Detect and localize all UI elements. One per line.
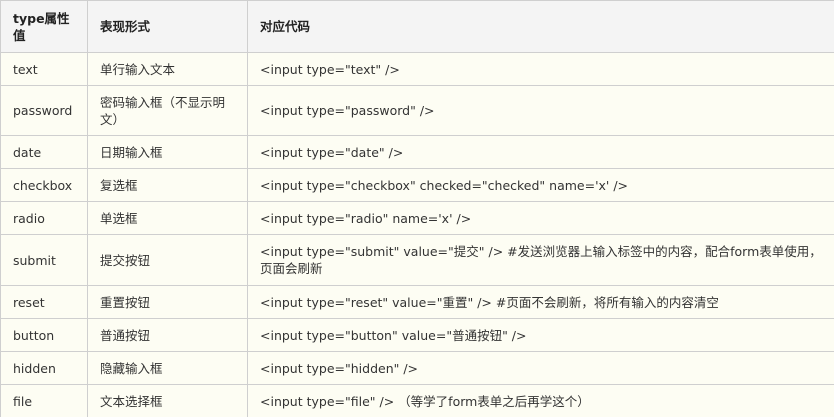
type-cell: radio [0,201,88,235]
type-cell: password [0,85,88,136]
form-cell: 提交按钮 [87,234,248,286]
form-cell: 日期输入框 [87,135,248,169]
input-types-table: type属性值 表现形式 对应代码 text 单行输入文本 <input typ… [0,0,834,417]
table-row: checkbox 复选框 <input type="checkbox" chec… [0,168,834,202]
type-cell: submit [0,234,88,286]
header-type-value: type属性值 [0,0,88,53]
code-cell: <input type="text" /> [247,52,834,86]
table-row: password 密码输入框（不显示明文） <input type="passw… [0,85,834,136]
form-cell: 重置按钮 [87,285,248,319]
form-cell: 普通按钮 [87,318,248,352]
form-cell: 密码输入框（不显示明文） [87,85,248,136]
type-cell: hidden [0,351,88,385]
code-cell: <input type="file" /> （等学了form表单之后再学这个） [247,384,834,417]
type-cell: button [0,318,88,352]
form-cell: 隐藏输入框 [87,351,248,385]
table-row: reset 重置按钮 <input type="reset" value="重置… [0,285,834,319]
form-cell: 文本选择框 [87,384,248,417]
code-cell: <input type="hidden" /> [247,351,834,385]
code-cell: <input type="password" /> [247,85,834,136]
code-cell: <input type="button" value="普通按钮" /> [247,318,834,352]
table-body: text 单行输入文本 <input type="text" /> passwo… [0,52,834,417]
table-row: hidden 隐藏输入框 <input type="hidden" /> [0,351,834,385]
form-cell: 单行输入文本 [87,52,248,86]
table-row: radio 单选框 <input type="radio" name='x' /… [0,201,834,235]
type-cell: reset [0,285,88,319]
code-cell: <input type="radio" name='x' /> [247,201,834,235]
table-header: type属性值 表现形式 对应代码 [0,0,834,53]
table-row: file 文本选择框 <input type="file" /> （等学了for… [0,384,834,417]
form-cell: 单选框 [87,201,248,235]
table-row: submit 提交按钮 <input type="submit" value="… [0,234,834,286]
code-cell: <input type="checkbox" checked="checked"… [247,168,834,202]
form-cell: 复选框 [87,168,248,202]
type-cell: checkbox [0,168,88,202]
table-row: button 普通按钮 <input type="button" value="… [0,318,834,352]
code-cell: <input type="reset" value="重置" /> #页面不会刷… [247,285,834,319]
type-cell: file [0,384,88,417]
table-row: text 单行输入文本 <input type="text" /> [0,52,834,86]
code-cell: <input type="date" /> [247,135,834,169]
header-row: type属性值 表现形式 对应代码 [0,0,834,53]
table-row: date 日期输入框 <input type="date" /> [0,135,834,169]
header-code: 对应代码 [247,0,834,53]
type-cell: text [0,52,88,86]
header-appearance: 表现形式 [87,0,248,53]
type-cell: date [0,135,88,169]
code-cell: <input type="submit" value="提交" /> #发送浏览… [247,234,834,286]
input-types-table-container: type属性值 表现形式 对应代码 text 单行输入文本 <input typ… [0,0,834,417]
